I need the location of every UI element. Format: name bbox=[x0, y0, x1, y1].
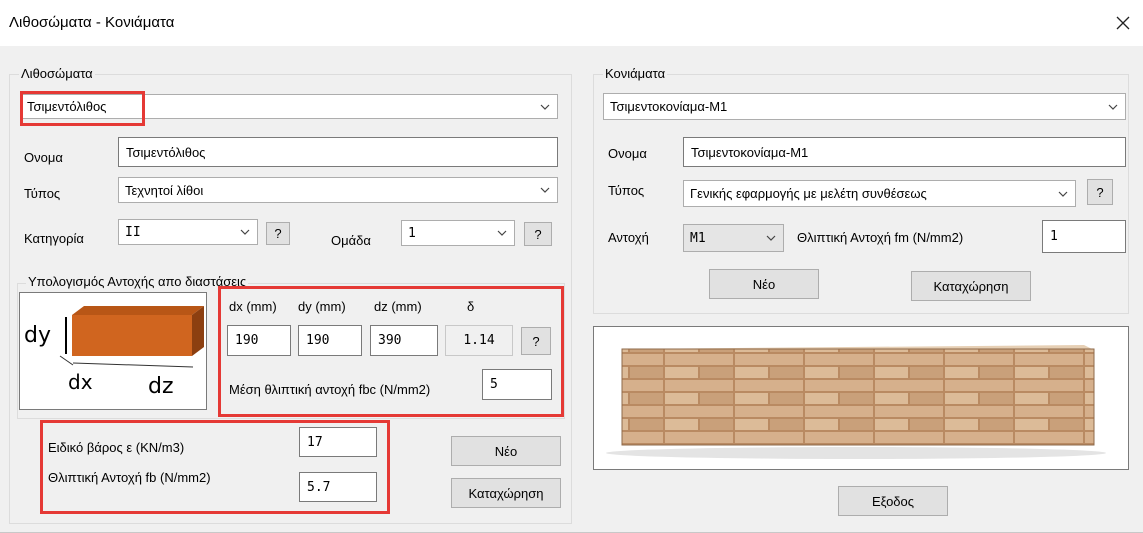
chevron-down-icon bbox=[1058, 191, 1068, 197]
masonry-name-field[interactable]: Τσιμεντόλιθος bbox=[118, 137, 558, 167]
masonry-type-select[interactable]: Τεχνητοί λίθοι bbox=[118, 177, 558, 203]
chevron-down-icon bbox=[1108, 104, 1118, 110]
dy-header: dy (mm) bbox=[298, 299, 346, 314]
dz-field[interactable]: 390 bbox=[370, 325, 438, 356]
group-help-button[interactable]: ? bbox=[524, 222, 552, 246]
dx-field[interactable]: 190 bbox=[227, 325, 291, 356]
group-number-label: Ομάδα bbox=[331, 233, 371, 248]
fbc-label: Μέση θλιπτική αντοχή fbc (N/mm2) bbox=[229, 382, 431, 397]
masonry-new-button[interactable]: Νέο bbox=[451, 436, 561, 466]
diagram-dy-label: dy bbox=[24, 323, 51, 348]
category-label: Κατηγορία bbox=[24, 231, 84, 246]
fm-field[interactable]: 1 bbox=[1042, 220, 1126, 253]
calc-group-label: Υπολογισμός Αντοχής απο διαστάσεις bbox=[26, 274, 249, 289]
mortar-new-button[interactable]: Νέο bbox=[709, 269, 819, 299]
chevron-down-icon bbox=[766, 235, 776, 241]
chevron-down-icon bbox=[540, 104, 550, 110]
dy-field[interactable]: 190 bbox=[298, 325, 362, 356]
category-select[interactable]: II bbox=[118, 219, 258, 245]
weight-field[interactable]: 17 bbox=[299, 427, 377, 457]
mortar-name-field[interactable]: Τσιμεντοκονίαμα-M1 bbox=[683, 137, 1126, 167]
close-icon[interactable] bbox=[1112, 12, 1134, 34]
fbc-field[interactable]: 5 bbox=[482, 369, 552, 400]
diagram-dz-label: dz bbox=[148, 374, 174, 399]
fb-field[interactable]: 5.7 bbox=[299, 472, 377, 502]
group-number-value: 1 bbox=[408, 225, 416, 241]
mortar-save-button[interactable]: Καταχώρηση bbox=[911, 271, 1031, 301]
window-title: Λιθοσώματα - Κονιάματα bbox=[9, 14, 175, 31]
dx-header: dx (mm) bbox=[229, 299, 277, 314]
mortar-strength-label: Αντοχή bbox=[608, 230, 649, 245]
masonry-select-highlight bbox=[20, 91, 145, 126]
delta-value: 1.14 bbox=[445, 325, 513, 356]
mortar-group-label: Κονιάματα bbox=[603, 66, 668, 81]
chevron-down-icon bbox=[540, 187, 550, 193]
fm-label: Θλιπτική Αντοχή fm (N/mm2) bbox=[797, 230, 964, 245]
category-help-button[interactable]: ? bbox=[266, 222, 290, 245]
chevron-down-icon bbox=[497, 230, 507, 236]
masonry-group-label: Λιθοσώματα bbox=[19, 66, 95, 81]
group-number-select[interactable]: 1 bbox=[401, 220, 515, 246]
category-value: II bbox=[125, 224, 141, 240]
masonry-type-label: Τύπος bbox=[24, 186, 61, 201]
dimensions-help-button[interactable]: ? bbox=[521, 327, 551, 355]
fb-label: Θλιπτική Αντοχή fb (N/mm2) bbox=[48, 470, 211, 485]
masonry-name-label: Ονομα bbox=[24, 150, 63, 165]
mortar-select[interactable]: Τσιμεντοκονίαμα-M1 bbox=[603, 93, 1126, 120]
weight-label: Ειδικό βάρος ε (KN/m3) bbox=[48, 440, 185, 455]
mortar-select-value: Τσιμεντοκονίαμα-M1 bbox=[610, 99, 728, 114]
exit-button[interactable]: Εξοδος bbox=[838, 486, 948, 516]
chevron-down-icon bbox=[240, 229, 250, 235]
brick-diagram: dy dx dz bbox=[19, 292, 207, 410]
mortar-type-help-button[interactable]: ? bbox=[1087, 179, 1113, 205]
mortar-type-select[interactable]: Γενικής εφαρμογής με μελέτη συνθέσεως bbox=[683, 180, 1076, 207]
dz-header: dz (mm) bbox=[374, 299, 422, 314]
brick-wall-image bbox=[593, 326, 1129, 470]
diagram-dx-label: dx bbox=[68, 370, 93, 394]
mortar-strength-select[interactable]: M1 bbox=[683, 224, 784, 252]
mortar-type-value: Γενικής εφαρμογής με μελέτη συνθέσεως bbox=[690, 186, 927, 201]
mortar-strength-value: M1 bbox=[690, 230, 706, 246]
mortar-name-label: Ονομα bbox=[608, 146, 647, 161]
mortar-type-label: Τύπος bbox=[608, 183, 645, 198]
masonry-save-button[interactable]: Καταχώρηση bbox=[451, 478, 561, 508]
masonry-type-value: Τεχνητοί λίθοι bbox=[125, 182, 204, 198]
delta-header: δ bbox=[467, 299, 475, 314]
